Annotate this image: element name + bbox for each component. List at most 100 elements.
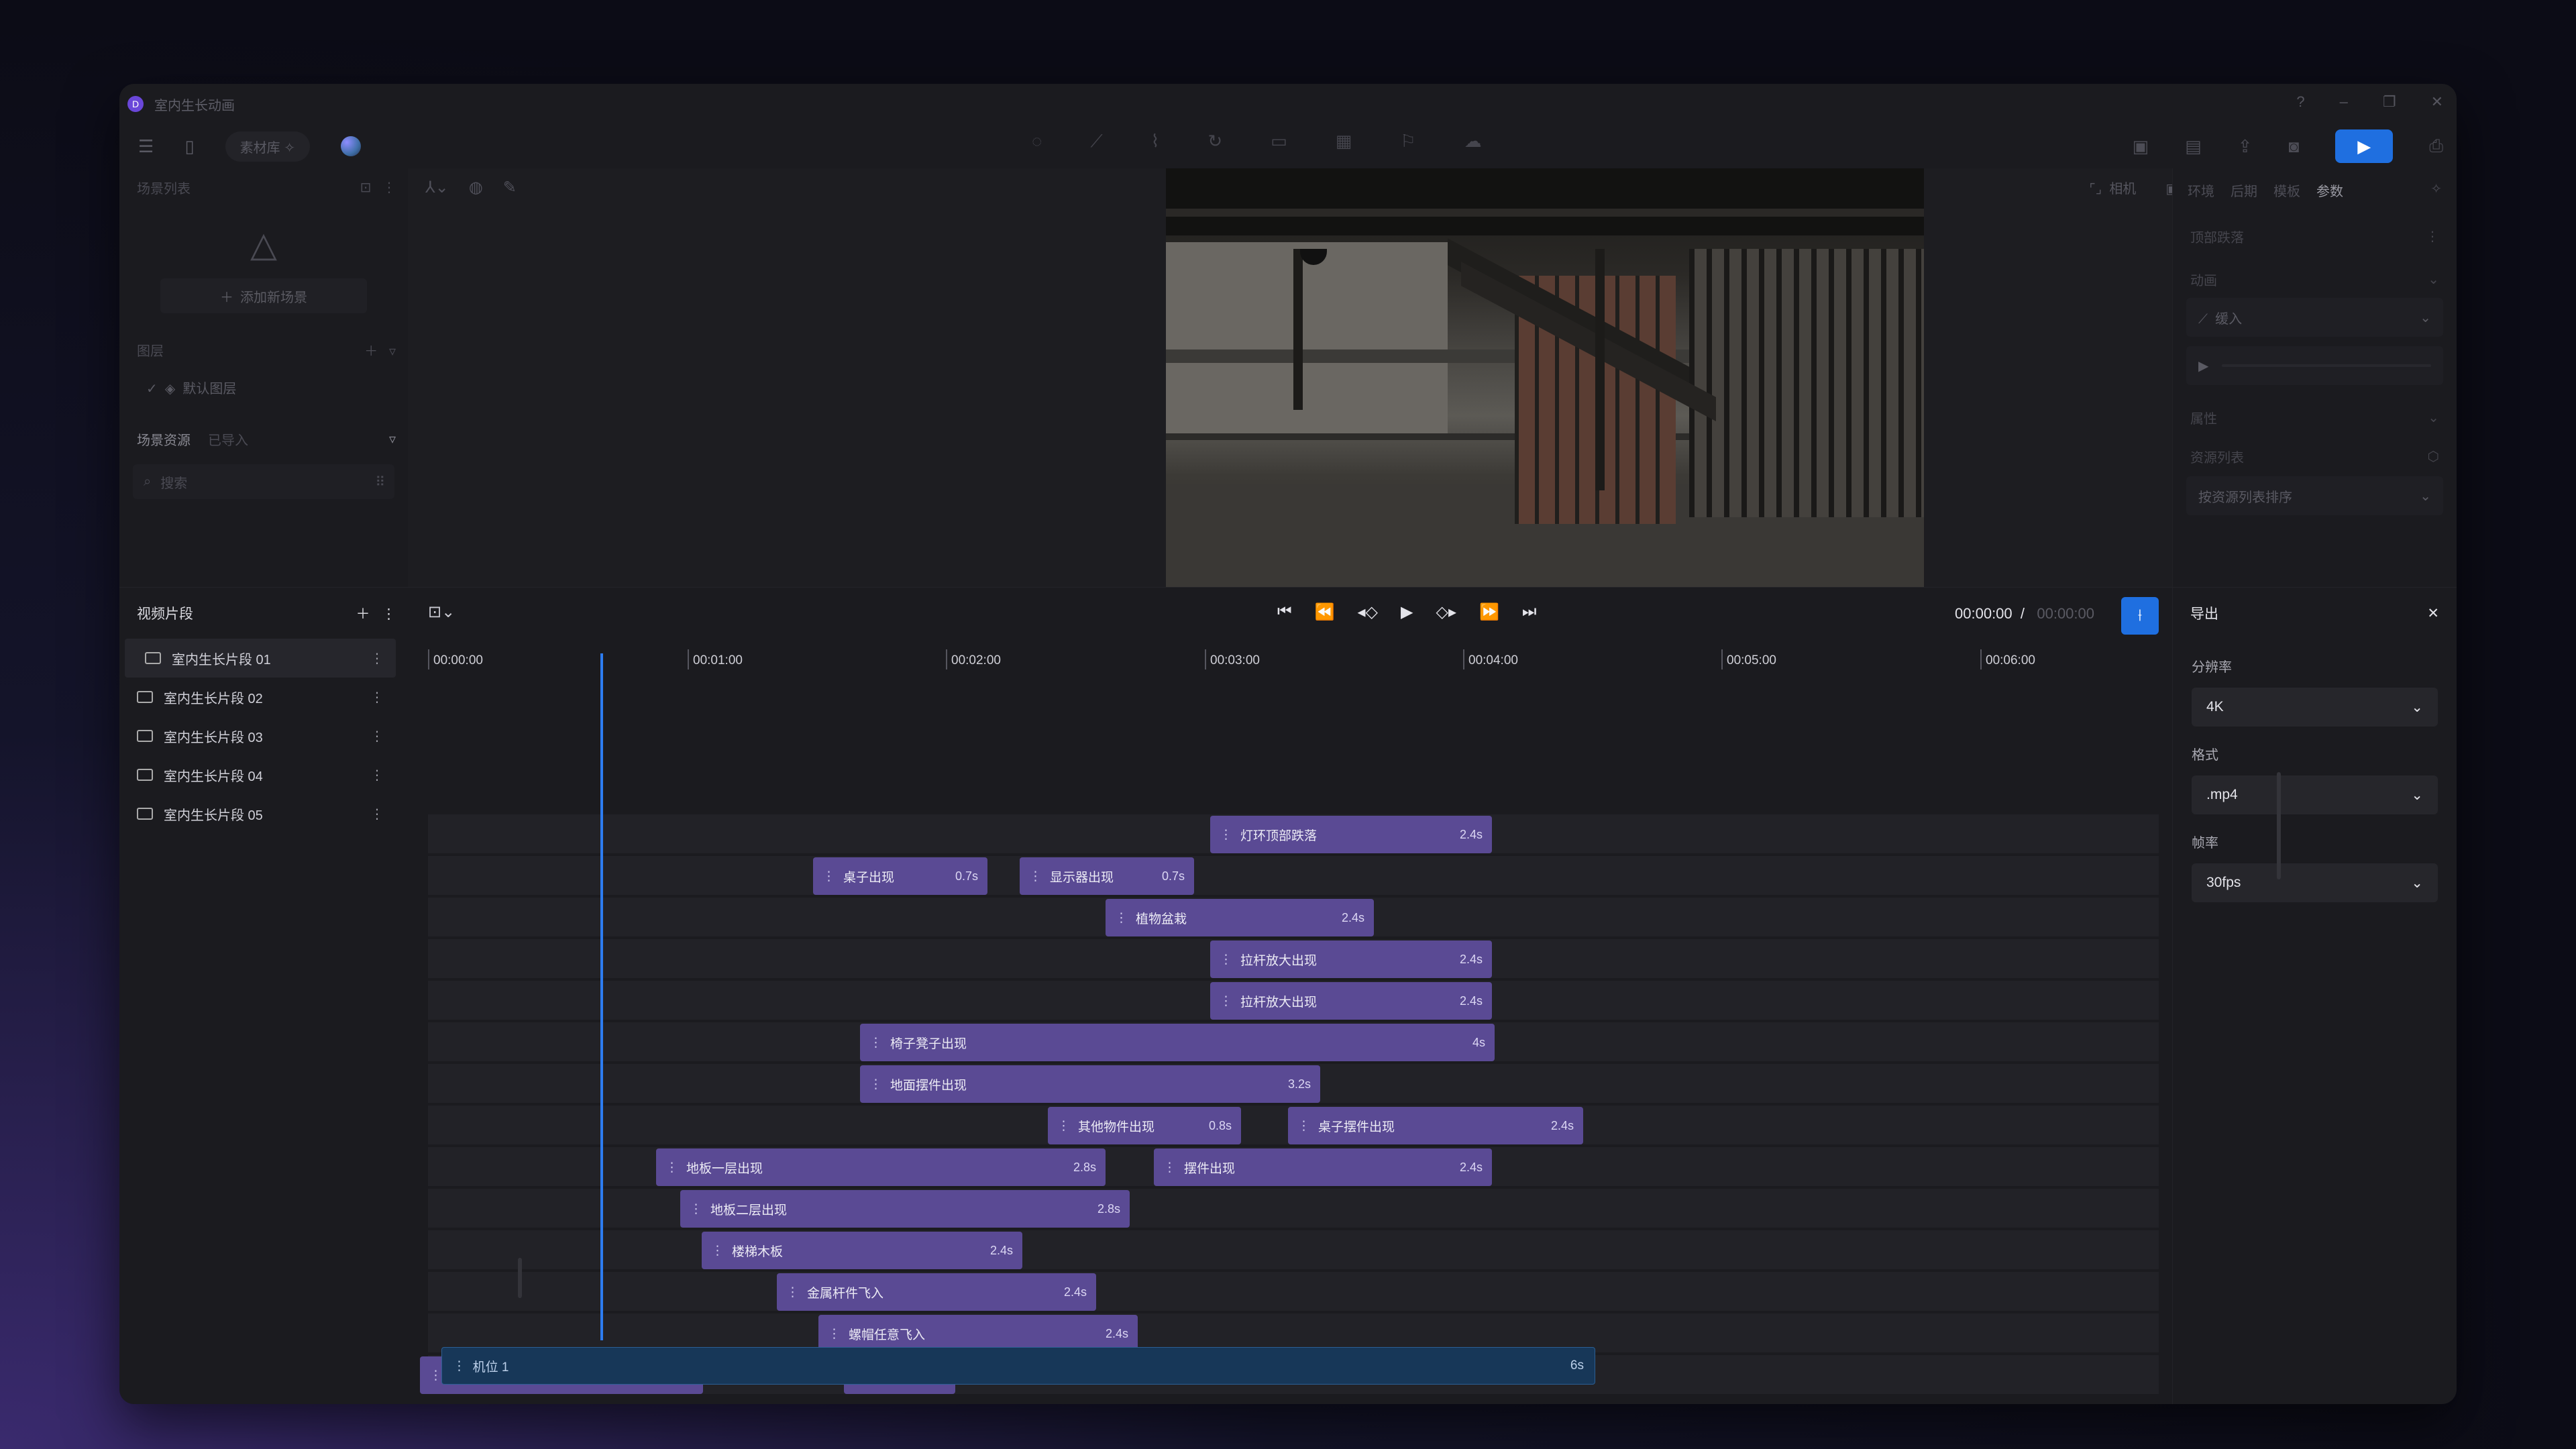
brush-icon[interactable]: ⌇ xyxy=(1151,131,1160,152)
more-icon[interactable]: ⋮ xyxy=(370,767,384,784)
tag-icon[interactable]: ⚐ xyxy=(1400,131,1415,152)
timeline-clip[interactable]: ⋮ 地板一层出现 2.8s xyxy=(656,1148,1106,1186)
more-icon[interactable]: ⋮ xyxy=(382,180,396,195)
preview-slider[interactable] xyxy=(2222,364,2431,367)
menu-icon[interactable]: ☰ xyxy=(138,136,154,157)
close-icon[interactable]: ✕ xyxy=(2431,93,2443,111)
drag-handle-icon[interactable]: ⋮ xyxy=(828,1326,841,1342)
timeline-clip[interactable]: ⋮ 植物盆栽 2.4s xyxy=(1106,899,1374,936)
drag-handle-icon[interactable]: ⋮ xyxy=(1220,827,1232,843)
light-icon[interactable]: ◌ xyxy=(1032,131,1042,152)
skip-end-icon[interactable]: ⏭ xyxy=(1522,602,1537,622)
grid-icon[interactable]: ▦ xyxy=(1336,131,1352,152)
globe-icon[interactable]: ◍ xyxy=(469,178,483,197)
drag-handle-icon[interactable]: ⋮ xyxy=(453,1358,466,1374)
imported-tab[interactable]: 已导入 xyxy=(208,433,248,448)
drag-handle-icon[interactable]: ⋮ xyxy=(1297,1118,1310,1134)
path-icon[interactable]: ⟋ xyxy=(1090,131,1102,152)
timeline-clip[interactable]: ⋮ 灯环顶部跌落 2.4s xyxy=(1210,816,1492,853)
vertical-scrollbar[interactable] xyxy=(2277,772,2281,879)
cube-icon[interactable]: ⬡ xyxy=(2428,448,2439,465)
timeline-clip[interactable]: ⋮ 地面摆件出现 3.2s xyxy=(860,1065,1320,1103)
playhead[interactable] xyxy=(600,653,603,1340)
clip-list-item[interactable]: 室内生长片段 03 ⋮ xyxy=(125,716,396,755)
fps-select[interactable]: 30fps ⌄ xyxy=(2192,863,2438,902)
default-layer-item[interactable]: ✓ ◈ 默认图层 xyxy=(119,368,408,407)
minimize-icon[interactable]: – xyxy=(2340,93,2348,111)
sort-select[interactable]: 按资源列表排序 ⌄ xyxy=(2186,476,2443,515)
video-record-icon[interactable]: ▶ xyxy=(2335,129,2394,163)
more-icon[interactable]: ⋮ xyxy=(2426,228,2439,245)
drag-handle-icon[interactable]: ⋮ xyxy=(690,1201,702,1217)
prev-keyframe-icon[interactable]: ◂◇ xyxy=(1358,602,1379,622)
asset-library-button[interactable]: 素材库 ✧ xyxy=(225,131,310,162)
rewind-icon[interactable]: ⏪ xyxy=(1315,602,1335,622)
scene-assets-title[interactable]: 场景资源 xyxy=(137,433,191,448)
share-icon[interactable]: ⇪ xyxy=(2238,136,2253,157)
ease-select[interactable]: ⟋ 缓入 ⌄ xyxy=(2186,298,2443,337)
more-icon[interactable]: ⋮ xyxy=(370,728,384,745)
asset-search-input[interactable]: ⌕ 搜索 ⠿ xyxy=(133,464,394,499)
drag-handle-icon[interactable]: ⋮ xyxy=(1163,1160,1176,1175)
next-keyframe-icon[interactable]: ◇▸ xyxy=(1436,602,1456,622)
fast-forward-icon[interactable]: ⏩ xyxy=(1479,602,1499,622)
animation-row[interactable]: 动画 ⌄ xyxy=(2173,260,2457,298)
tab-params[interactable]: 参数 xyxy=(2316,180,2343,200)
tab-template[interactable]: 模板 xyxy=(2273,180,2300,200)
more-icon[interactable]: ⋮ xyxy=(382,606,396,622)
timeline-clip[interactable]: ⋮ 拉杆放大出现 2.4s xyxy=(1210,941,1492,978)
timeline-clip[interactable]: ⋮ 桌子摆件出现 2.4s xyxy=(1288,1107,1583,1144)
cloud-icon[interactable]: ☁ xyxy=(1464,131,1482,152)
viewport-render[interactable] xyxy=(1166,168,1924,595)
timeline-clip[interactable]: ⋮ 桌子出现 0.7s xyxy=(813,857,987,895)
timeline-clip[interactable]: ⋮ 其他物件出现 0.8s xyxy=(1048,1107,1241,1144)
add-scene-button[interactable]: ＋ 添加新场景 xyxy=(160,278,367,313)
drag-handle-icon[interactable]: ⋮ xyxy=(1029,869,1042,884)
skip-start-icon[interactable]: ⏮ xyxy=(1277,602,1292,622)
transform-icon[interactable]: ⅄⌄ xyxy=(425,178,449,197)
timeline-clip[interactable]: ⋮ 楼梯木板 2.4s xyxy=(702,1232,1022,1269)
render-queue-icon[interactable]: ▤ xyxy=(2185,136,2202,157)
clip-list-item[interactable]: 室内生长片段 02 ⋮ xyxy=(125,678,396,716)
drag-handle-icon[interactable]: ⋮ xyxy=(1220,952,1232,967)
add-layer-icon[interactable]: ＋ xyxy=(364,344,378,359)
package-icon[interactable]: ▣ xyxy=(2133,136,2149,157)
magic-icon[interactable]: ✧ xyxy=(2430,180,2442,200)
top-drop-row[interactable]: 顶部跌落 ⋮ xyxy=(2173,212,2457,260)
drag-handle-icon[interactable]: ⋮ xyxy=(429,1368,442,1383)
timeline-clip[interactable]: ⋮ 摆件出现 2.4s xyxy=(1154,1148,1492,1186)
drag-handle-icon[interactable]: ⋮ xyxy=(665,1160,678,1175)
clip-list-item[interactable]: 室内生长片段 05 ⋮ xyxy=(125,794,396,833)
drag-handle-icon[interactable]: ⋮ xyxy=(869,1077,882,1092)
inbox-icon[interactable]: ⎙ xyxy=(2429,136,2443,157)
drag-handle-icon[interactable]: ⋮ xyxy=(1220,994,1232,1009)
add-clip-icon[interactable]: ＋ xyxy=(356,606,370,622)
file-icon[interactable]: ▯ xyxy=(184,136,194,157)
more-icon[interactable]: ⋮ xyxy=(370,689,384,706)
resolution-select[interactable]: 4K ⌄ xyxy=(2192,688,2438,727)
timeline-clip[interactable]: ⋮ 显示器出现 0.7s xyxy=(1020,857,1194,895)
pen-icon[interactable]: ✎ xyxy=(503,178,517,197)
more-icon[interactable]: ⋮ xyxy=(370,650,384,667)
material-ball-icon[interactable] xyxy=(340,136,361,156)
camera-button[interactable]: ⌜⌟ 相机 xyxy=(2089,178,2136,197)
drag-handle-icon[interactable]: ⋮ xyxy=(822,869,835,884)
drag-handle-icon[interactable]: ⋮ xyxy=(1057,1118,1070,1134)
add-track-icon[interactable]: ⊡⌄ xyxy=(428,602,455,622)
snap-toggle-icon[interactable]: ⟊ xyxy=(2121,597,2159,635)
clip-list-item[interactable]: 室内生长片段 04 ⋮ xyxy=(125,755,396,794)
clip-list-scrollbar[interactable] xyxy=(518,1258,522,1298)
properties-row[interactable]: 属性 ⌄ xyxy=(2173,398,2457,436)
animation-preview[interactable]: ▶ xyxy=(2186,346,2443,385)
maximize-icon[interactable]: ❐ xyxy=(2383,93,2396,111)
time-ruler[interactable]: 00:00:00 00:01:00 00:02:00 00:03:00 00:04:00… xyxy=(408,643,2172,676)
timeline-clip[interactable]: ⋮ 地板二层出现 2.8s xyxy=(680,1190,1130,1228)
collapse-icon[interactable]: ▿ xyxy=(389,344,396,359)
more-icon[interactable]: ⋮ xyxy=(370,806,384,822)
drag-handle-icon[interactable]: ⋮ xyxy=(786,1285,799,1300)
camera-icon[interactable]: ◙ xyxy=(2288,136,2299,157)
format-select[interactable]: .mp4 ⌄ xyxy=(2192,775,2438,814)
tab-environment[interactable]: 环境 xyxy=(2188,180,2214,200)
camera-track-clip[interactable]: ⋮ 机位 1 6s xyxy=(441,1347,1595,1385)
help-icon[interactable]: ? xyxy=(2296,93,2304,111)
